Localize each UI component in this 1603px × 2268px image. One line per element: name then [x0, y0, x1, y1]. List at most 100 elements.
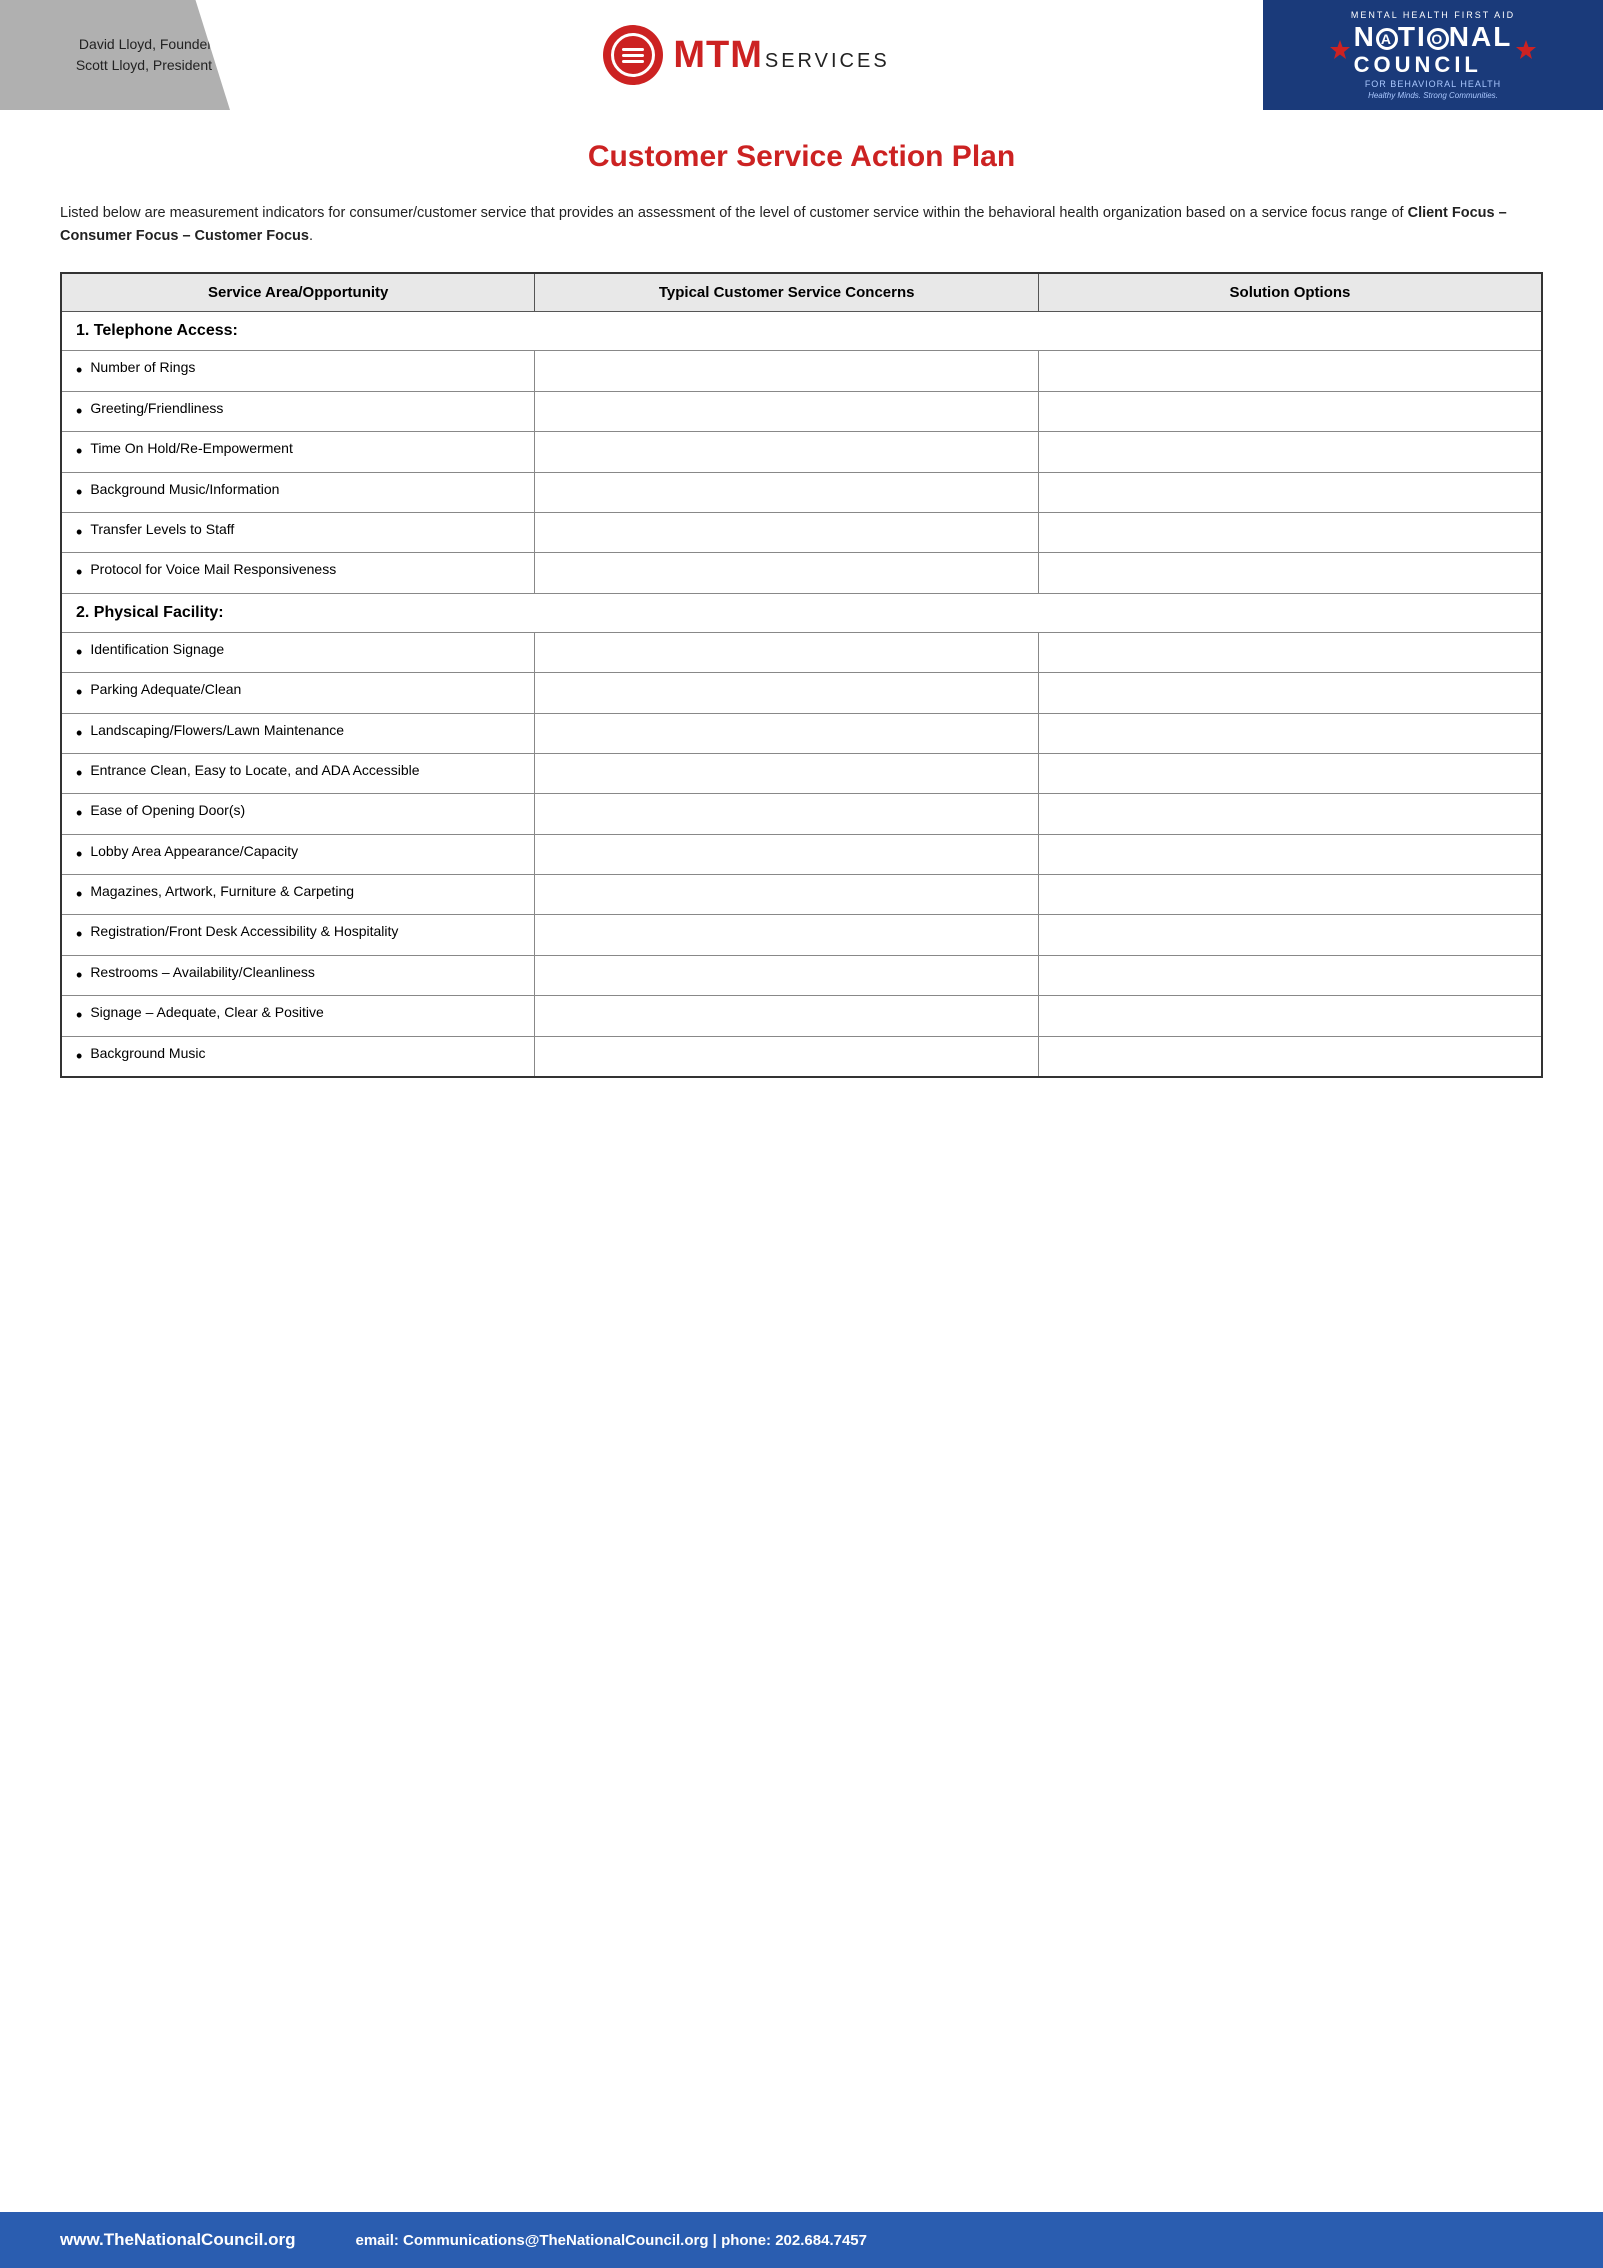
service-item-cell: • Magazines, Artwork, Furniture & Carpet… [61, 875, 535, 915]
nc-council-text: COUNCIL [1354, 53, 1513, 77]
solutions-cell [1038, 753, 1542, 793]
service-item-text: Time On Hold/Re-Empowerment [90, 440, 293, 456]
bullet-icon: • [76, 923, 82, 946]
solutions-cell [1038, 391, 1542, 431]
concerns-cell [535, 673, 1039, 713]
service-item-text: Signage – Adequate, Clear & Positive [90, 1004, 324, 1020]
concerns-cell [535, 432, 1039, 472]
service-item-text: Registration/Front Desk Accessibility & … [90, 923, 398, 939]
solutions-cell [1038, 553, 1542, 593]
bullet-icon: • [76, 1045, 82, 1068]
concerns-cell [535, 875, 1039, 915]
solutions-cell [1038, 875, 1542, 915]
bullet-icon: • [76, 521, 82, 544]
table-section-row: 1. Telephone Access: [61, 312, 1542, 351]
col-service-header: Service Area/Opportunity [61, 273, 535, 312]
table-row: • Time On Hold/Re-Empowerment [61, 432, 1542, 472]
bullet-icon: • [76, 481, 82, 504]
nc-tagline-text: Healthy Minds. Strong Communities. [1368, 91, 1498, 100]
service-item-cell: • Time On Hold/Re-Empowerment [61, 432, 535, 472]
bullet-icon: • [76, 762, 82, 785]
service-item-text: Entrance Clean, Easy to Locate, and ADA … [90, 762, 419, 778]
solutions-cell [1038, 794, 1542, 834]
solutions-cell [1038, 955, 1542, 995]
concerns-cell [535, 915, 1039, 955]
phone-label: phone: [721, 2232, 775, 2249]
header-left: David Lloyd, Founder Scott Lloyd, Presid… [0, 0, 230, 110]
nc-sub-text: FOR BEHAVIORAL HEALTH [1365, 79, 1501, 89]
col-concerns-header: Typical Customer Service Concerns [535, 273, 1039, 312]
nc-national-text: NATIONAL [1354, 22, 1513, 53]
bullet-icon: • [76, 400, 82, 423]
service-item-cell: • Restrooms – Availability/Cleanliness [61, 955, 535, 995]
table-row: • Greeting/Friendliness [61, 391, 1542, 431]
website-bold: TheNationalCouncil [104, 2230, 264, 2249]
bullet-icon: • [76, 561, 82, 584]
national-council-logo-area: MENTAL HEALTH FIRST AID NATIONAL COUNCIL [1263, 0, 1603, 110]
concerns-cell [535, 512, 1039, 552]
service-item-cell: • Signage – Adequate, Clear & Positive [61, 996, 535, 1036]
concerns-cell [535, 996, 1039, 1036]
founder-name: David Lloyd, Founder [76, 34, 212, 55]
footer: www.TheNationalCouncil.org email: Commun… [0, 2212, 1603, 2268]
section-label: 2. Physical Facility: [61, 593, 1542, 632]
solutions-cell [1038, 915, 1542, 955]
bullet-icon: • [76, 722, 82, 745]
intro-paragraph: Listed below are measurement indicators … [60, 202, 1543, 248]
bullet-icon: • [76, 964, 82, 987]
solutions-cell [1038, 713, 1542, 753]
solutions-cell [1038, 432, 1542, 472]
service-item-text: Ease of Opening Door(s) [90, 802, 245, 818]
solutions-cell [1038, 351, 1542, 391]
concerns-cell [535, 753, 1039, 793]
solutions-cell [1038, 632, 1542, 672]
service-item-text: Protocol for Voice Mail Responsiveness [90, 561, 336, 577]
service-table: Service Area/Opportunity Typical Custome… [60, 272, 1543, 1078]
footer-contact: email: Communications@TheNationalCouncil… [356, 2232, 867, 2249]
service-item-text: Transfer Levels to Staff [90, 521, 234, 537]
footer-separator: | [709, 2232, 722, 2249]
concerns-cell [535, 391, 1039, 431]
service-item-cell: • Registration/Front Desk Accessibility … [61, 915, 535, 955]
service-item-text: Restrooms – Availability/Cleanliness [90, 964, 315, 980]
bullet-icon: • [76, 1004, 82, 1027]
table-row: • Background Music [61, 1036, 1542, 1077]
service-item-cell: • Protocol for Voice Mail Responsiveness [61, 553, 535, 593]
col-solutions-header: Solution Options [1038, 273, 1542, 312]
page-title: Customer Service Action Plan [60, 140, 1543, 174]
table-row: • Entrance Clean, Easy to Locate, and AD… [61, 753, 1542, 793]
president-name: Scott Lloyd, President [76, 55, 212, 76]
service-item-text: Background Music/Information [90, 481, 279, 497]
service-item-text: Identification Signage [90, 641, 224, 657]
concerns-cell [535, 834, 1039, 874]
service-item-cell: • Greeting/Friendliness [61, 391, 535, 431]
concerns-cell [535, 472, 1039, 512]
service-item-cell: • Entrance Clean, Easy to Locate, and AD… [61, 753, 535, 793]
solutions-cell [1038, 996, 1542, 1036]
service-item-cell: • Transfer Levels to Staff [61, 512, 535, 552]
concerns-cell [535, 553, 1039, 593]
table-row: • Background Music/Information [61, 472, 1542, 512]
bullet-icon: • [76, 359, 82, 382]
concerns-cell [535, 794, 1039, 834]
service-item-text: Lobby Area Appearance/Capacity [90, 843, 298, 859]
bullet-icon: • [76, 681, 82, 704]
solutions-cell [1038, 512, 1542, 552]
service-item-text: Number of Rings [90, 359, 195, 375]
table-row: • Identification Signage [61, 632, 1542, 672]
service-item-text: Background Music [90, 1045, 205, 1061]
service-item-cell: • Background Music/Information [61, 472, 535, 512]
table-row: • Registration/Front Desk Accessibility … [61, 915, 1542, 955]
solutions-cell [1038, 673, 1542, 713]
bullet-icon: • [76, 641, 82, 664]
footer-website: www.TheNationalCouncil.org [60, 2230, 296, 2250]
mtm-services-text: SERVICES [765, 51, 890, 71]
service-item-text: Magazines, Artwork, Furniture & Carpetin… [90, 883, 354, 899]
header: David Lloyd, Founder Scott Lloyd, Presid… [0, 0, 1603, 110]
bullet-icon: • [76, 883, 82, 906]
mtm-bold-text: MTM [673, 36, 763, 74]
service-item-text: Greeting/Friendliness [90, 400, 223, 416]
service-item-cell: • Lobby Area Appearance/Capacity [61, 834, 535, 874]
service-item-cell: • Parking Adequate/Clean [61, 673, 535, 713]
founder-info: David Lloyd, Founder Scott Lloyd, Presid… [76, 34, 212, 76]
